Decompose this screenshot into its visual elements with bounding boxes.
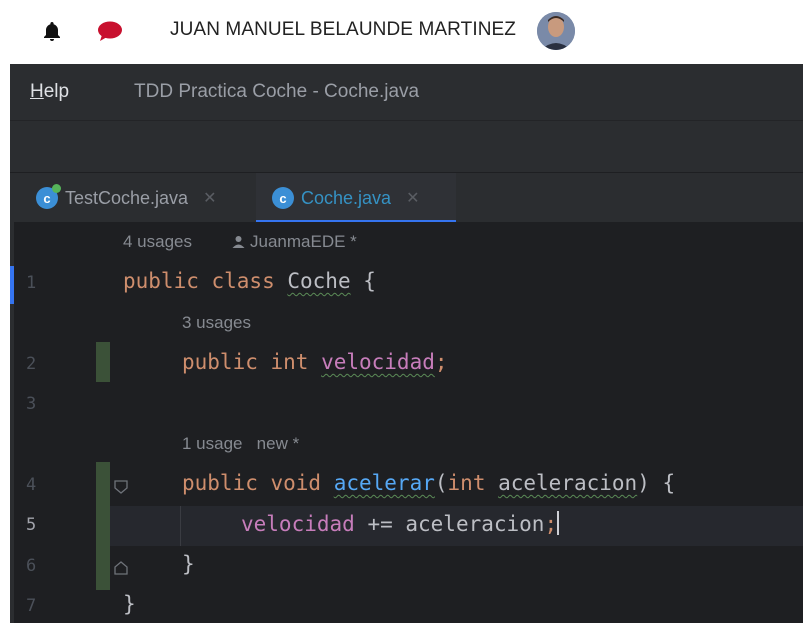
menu-help-label: elp: [43, 81, 70, 102]
change-marker: [96, 342, 110, 382]
close-icon[interactable]: ✕: [203, 188, 216, 208]
code-line-5: velocidad += aceleracion;: [241, 511, 560, 536]
code-editor[interactable]: 1 2 3 4 5 6 7 4 usages JuanmaEDE * publi…: [10, 222, 803, 623]
tab-coche[interactable]: c Coche.java ✕: [256, 173, 456, 223]
fold-icon[interactable]: [114, 480, 128, 494]
usages-hint[interactable]: 4 usages: [123, 232, 192, 252]
avatar-image: [537, 12, 575, 50]
bell-icon[interactable]: [40, 20, 64, 44]
tab-testcoche[interactable]: c TestCoche.java ✕: [20, 173, 252, 223]
java-class-icon: c: [272, 187, 294, 209]
indent-guide: [180, 506, 181, 546]
line-number: 3: [26, 394, 37, 414]
menu-help[interactable]: Help: [30, 81, 69, 103]
line-number: 5: [26, 515, 37, 535]
line-number: 4: [26, 475, 37, 495]
change-marker: [96, 462, 110, 590]
code-line-6: }: [182, 552, 195, 576]
code-line-1: public class Coche {: [123, 269, 376, 293]
code-line-4: public void acelerar(int aceleracion) {: [182, 471, 676, 495]
line-number: 2: [26, 354, 37, 374]
tool-strip-marker: [10, 266, 14, 304]
fold-end-icon[interactable]: [114, 561, 128, 575]
window-title: TDD Practica Coche - Coche.java: [134, 81, 420, 102]
chat-icon[interactable]: [97, 20, 123, 42]
editor-tab-bar: c TestCoche.java ✕ c Coche.java ✕: [10, 172, 803, 223]
code-line-2: public int velocidad;: [182, 350, 448, 374]
java-class-icon: c: [36, 184, 61, 209]
tab-label: Coche.java: [301, 187, 392, 208]
person-icon: [232, 236, 245, 248]
usages-hint[interactable]: 1 usage new *: [182, 434, 299, 454]
gutter: 1 2 3 4 5 6 7: [10, 222, 128, 623]
top-header: JUAN MANUEL BELAUNDE MARTINEZ: [0, 0, 803, 64]
line-number: 1: [26, 273, 37, 293]
line-number: 7: [26, 596, 37, 616]
menu-help-mnemonic: H: [30, 81, 44, 102]
ide-window: Help TDD Practica Coche - Coche.java c T…: [10, 64, 803, 623]
menu-bar: Help TDD Practica Coche - Coche.java: [10, 64, 803, 120]
avatar[interactable]: [537, 12, 575, 50]
tab-label: TestCoche.java: [65, 187, 189, 208]
text-caret: [557, 511, 560, 535]
toolbar: [10, 120, 803, 172]
usages-hint[interactable]: 3 usages: [182, 313, 251, 333]
user-name[interactable]: JUAN MANUEL BELAUNDE MARTINEZ: [170, 19, 516, 41]
close-icon[interactable]: ✕: [406, 188, 419, 208]
line-number: 6: [26, 556, 37, 576]
code-line-7: }: [123, 592, 136, 616]
author-hint[interactable]: JuanmaEDE *: [232, 232, 357, 252]
